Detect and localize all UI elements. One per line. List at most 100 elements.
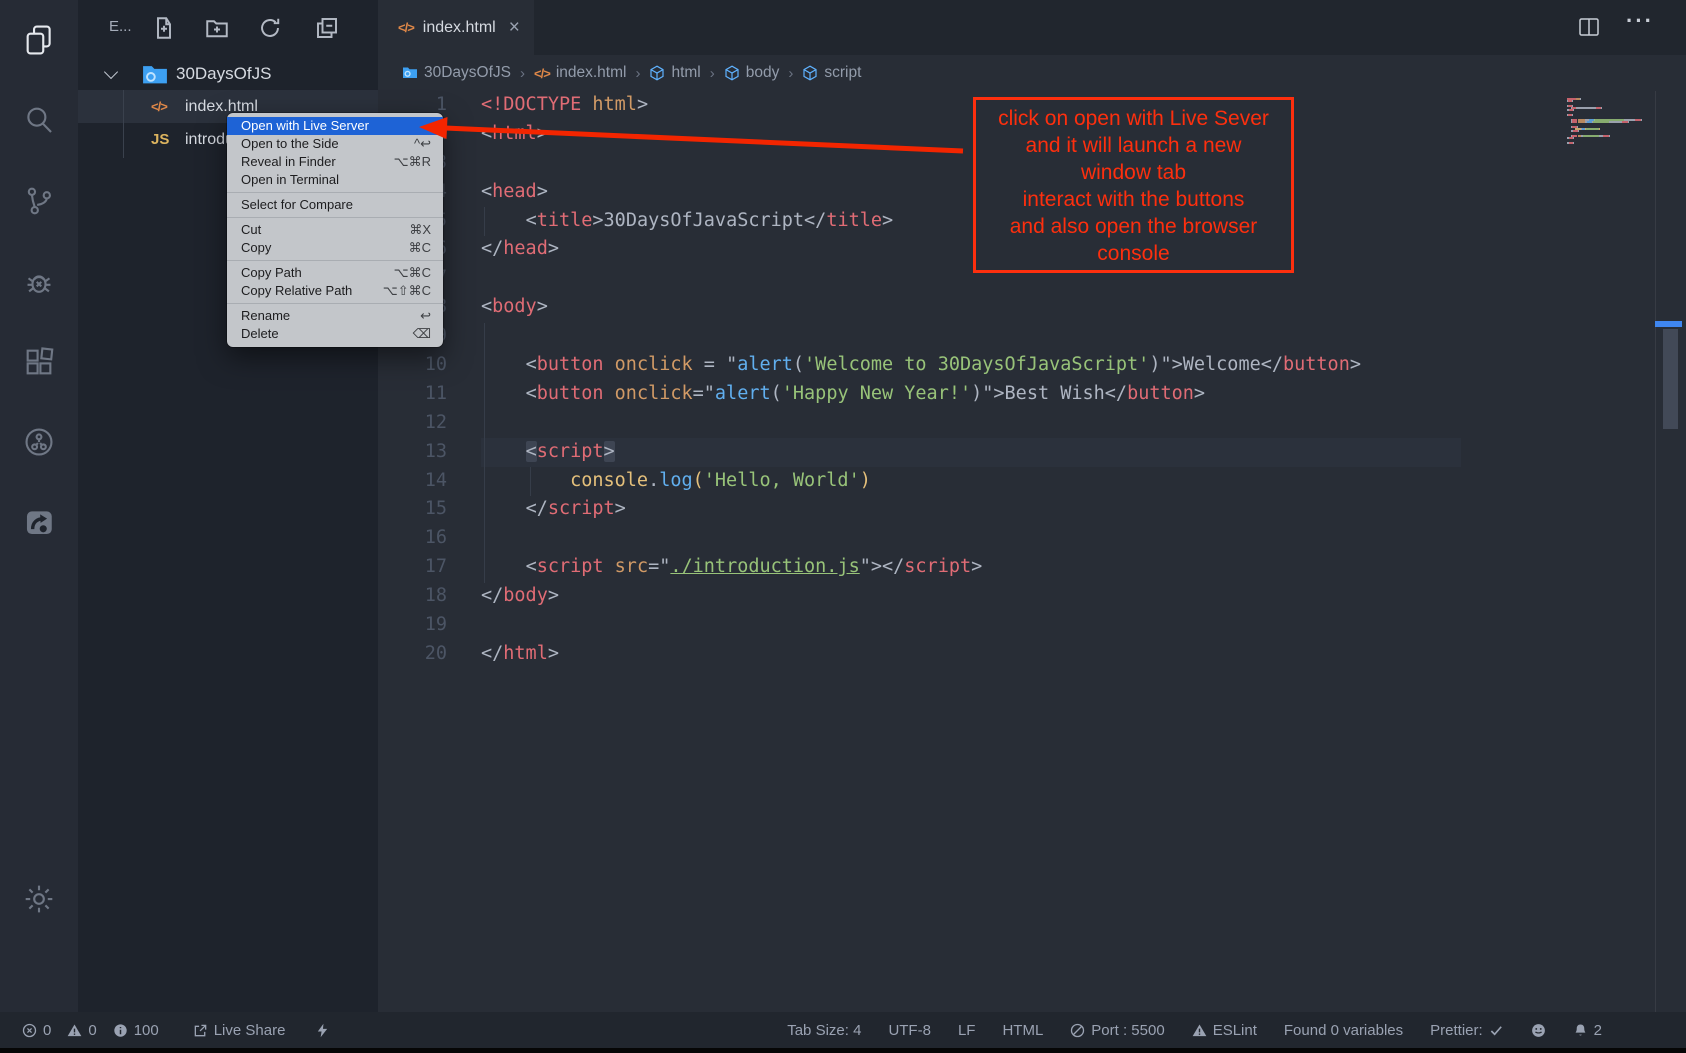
status-item-smiley[interactable] <box>1531 1023 1546 1038</box>
close-icon[interactable]: × <box>509 17 520 39</box>
explorer-icon[interactable] <box>15 16 63 64</box>
breadcrumb-item-30daysofjs[interactable]: 30DaysOfJS <box>402 64 511 82</box>
new-folder-icon[interactable] <box>205 16 229 40</box>
menu-separator <box>227 192 443 193</box>
annotation-text-line: and it will launch a new <box>976 132 1291 159</box>
line-number: 20 <box>378 640 447 669</box>
line-number: 11 <box>378 380 447 409</box>
menu-item-copy[interactable]: Copy⌘C <box>227 239 443 257</box>
minimap[interactable] <box>1567 98 1653 144</box>
extensions-icon[interactable] <box>15 338 63 386</box>
tree-folder-30daysofjs[interactable]: 30DaysOfJS <box>78 57 378 90</box>
breadcrumb-separator: › <box>518 65 527 82</box>
annotation-text-line: window tab <box>976 159 1291 186</box>
line-number: 10 <box>378 351 447 380</box>
collapse-all-icon[interactable] <box>315 16 339 40</box>
code-line-8: 8<body> <box>378 293 1686 322</box>
menu-item-open-to-the-side[interactable]: Open to the Side^↩ <box>227 135 443 153</box>
refresh-icon[interactable] <box>258 16 282 40</box>
breadcrumb-item-index-html[interactable]: </>index.html <box>534 64 626 82</box>
status-item-utf-8[interactable]: UTF-8 <box>888 1022 931 1039</box>
code-line-20: 20</html> <box>378 640 1686 669</box>
status-item-found-0-variables[interactable]: Found 0 variables <box>1284 1022 1403 1039</box>
breadcrumb-separator: › <box>633 65 642 82</box>
code-line-19: 19 <box>378 611 1686 640</box>
activity-bar <box>0 0 78 1012</box>
status-item-tab-size-4[interactable]: Tab Size: 4 <box>787 1022 861 1039</box>
menu-item-open-with-live-server[interactable]: Open with Live Server <box>227 117 443 135</box>
menu-separator <box>227 260 443 261</box>
new-file-icon[interactable] <box>152 16 176 40</box>
status-item-eslint[interactable]: ESLint <box>1192 1022 1257 1039</box>
settings-gear-icon[interactable] <box>15 875 63 923</box>
code-line-13: 13 <script> <box>378 438 1686 467</box>
menu-item-rename[interactable]: Rename↩ <box>227 307 443 325</box>
menu-item-copy-relative-path[interactable]: Copy Relative Path⌥⇧⌘C <box>227 282 443 300</box>
html-file-icon: </> <box>151 99 181 114</box>
code-line-14: 14 console.log('Hello, World') <box>378 467 1686 496</box>
line-number: 17 <box>378 553 447 582</box>
source-control-icon[interactable] <box>15 177 63 225</box>
code-line-9: 9 <box>378 322 1686 351</box>
line-number: 12 <box>378 409 447 438</box>
menu-item-reveal-in-finder[interactable]: Reveal in Finder⌥⌘R <box>227 153 443 171</box>
explorer-title: E... <box>109 18 132 35</box>
account-share-icon[interactable] <box>15 418 63 466</box>
menu-item-open-in-terminal[interactable]: Open in Terminal <box>227 171 443 189</box>
breadcrumb-item-body[interactable]: body <box>724 64 780 82</box>
chevron-down-icon <box>104 65 118 79</box>
status-item-html[interactable]: HTML <box>1002 1022 1043 1039</box>
menu-item-select-for-compare[interactable]: Select for Compare <box>227 196 443 214</box>
annotation-box: click on open with Live Severand it will… <box>973 97 1294 273</box>
code-line-12: 12 <box>378 409 1686 438</box>
status-item-0[interactable]: 0 <box>67 1022 96 1039</box>
split-editor-icon[interactable] <box>1577 15 1601 39</box>
line-number: 16 <box>378 524 447 553</box>
status-item-2[interactable]: 2 <box>1573 1022 1602 1039</box>
breadcrumb-item-html[interactable]: html <box>649 64 700 82</box>
status-item-0[interactable]: 0 <box>22 1022 51 1039</box>
status-item-100[interactable]: 100 <box>113 1022 159 1039</box>
debug-icon[interactable] <box>15 258 63 306</box>
code-line-18: 18</body> <box>378 582 1686 611</box>
status-right: Tab Size: 4 UTF-8 LF HTML Port : 5500 ESLint F… <box>787 1022 1602 1039</box>
tab-title: index.html <box>423 19 496 37</box>
more-actions-icon[interactable]: ··· <box>1626 8 1654 34</box>
status-item-lf[interactable]: LF <box>958 1022 976 1039</box>
scrollbar-thumb[interactable] <box>1663 329 1678 429</box>
code-line-10: 10 <button onclick = "alert('Welcome to … <box>378 351 1686 380</box>
menu-item-copy-path[interactable]: Copy Path⌥⌘C <box>227 264 443 282</box>
folder-label: 30DaysOfJS <box>176 64 271 84</box>
status-item-bolt[interactable] <box>315 1023 330 1038</box>
line-number: 18 <box>378 582 447 611</box>
menu-item-cut[interactable]: Cut⌘X <box>227 221 443 239</box>
status-item-live-share[interactable]: Live Share <box>193 1022 286 1039</box>
tree-indent-guide <box>123 90 124 158</box>
code-line-11: 11 <button onclick="alert('Happy New Yea… <box>378 380 1686 409</box>
menu-item-delete[interactable]: Delete⌫ <box>227 325 443 343</box>
html-file-icon: </> <box>398 20 414 35</box>
menu-separator <box>227 303 443 304</box>
annotation-text-line: click on open with Live Sever <box>976 105 1291 132</box>
scrollbar-selection-marker <box>1655 321 1682 327</box>
tab-bar: </> index.html × ··· <box>378 0 1686 55</box>
annotation-text-line: console <box>976 240 1291 267</box>
folder-icon <box>142 65 168 83</box>
js-file-icon: JS <box>151 131 181 148</box>
code-line-17: 17 <script src="./introduction.js"></scr… <box>378 553 1686 582</box>
tab-index-html[interactable]: </> index.html × <box>378 0 534 55</box>
breadcrumb-separator: › <box>786 65 795 82</box>
search-icon[interactable] <box>15 96 63 144</box>
explorer-header: E... <box>78 0 378 55</box>
line-number: 14 <box>378 467 447 496</box>
live-share-icon[interactable] <box>15 498 63 546</box>
breadcrumb-item-script[interactable]: script <box>802 64 861 82</box>
code-line-16: 16 <box>378 524 1686 553</box>
status-left: 00 100 Live Share <box>22 1022 346 1039</box>
breadcrumb-separator: › <box>708 65 717 82</box>
status-item-port-5500[interactable]: Port : 5500 <box>1070 1022 1164 1039</box>
breadcrumb: 30DaysOfJS › </>index.html › html › body › scrip… <box>378 55 1686 91</box>
window-bottom-edge <box>0 1048 1686 1053</box>
status-item-prettier-[interactable]: Prettier: <box>1430 1022 1504 1039</box>
context-menu: Open with Live ServerOpen to the Side^↩R… <box>227 113 443 347</box>
